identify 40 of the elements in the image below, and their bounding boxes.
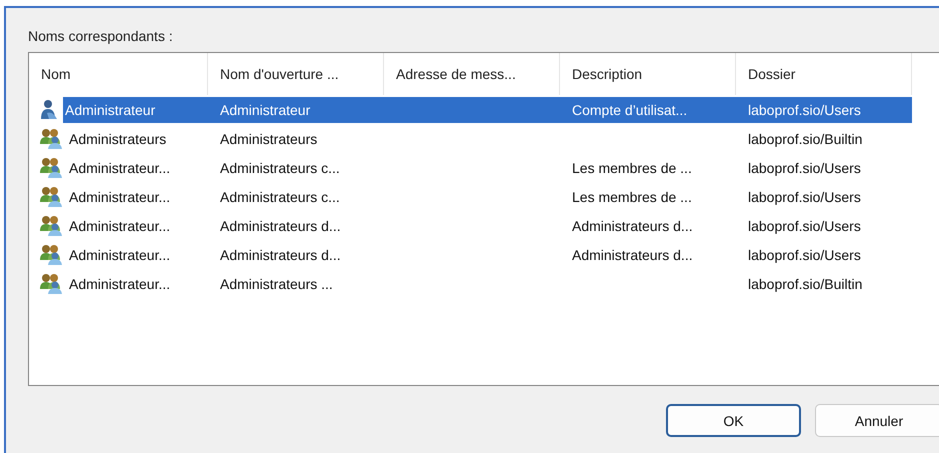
user-group-icon [39,272,65,294]
column-header[interactable]: Adresse de mess... [384,53,560,95]
list-label: Noms correspondants : [28,28,174,44]
table-cell-text: laboprof.sio/Users [747,188,862,207]
name-cell[interactable]: Administrateur... [67,184,208,210]
ok-button[interactable]: OK [666,404,801,437]
name-cell[interactable]: Administrateurs [67,126,208,152]
table-cell-text: Administrateurs d... [219,216,342,236]
column-header[interactable]: Dossier [736,53,912,95]
name-cell[interactable]: Administrateur... [67,242,208,268]
table-cell-text: Les membres de ... [571,188,693,206]
cancel-button[interactable]: Annuler [815,404,939,437]
column-header[interactable]: Nom [29,53,208,95]
table-cell-text: Administrateurs d... [219,246,342,264]
user-group-icon [39,128,65,150]
table-cell-text: laboprof.sio/Users [747,246,862,265]
name-cell[interactable]: Administrateur... [67,270,208,296]
table-cell-text: Administrateurs c... [219,188,341,206]
table-cell-text: Administrateurs d... [571,216,694,236]
user-group-icon [39,186,65,208]
table-cell: Administrateur [208,96,384,122]
user-group-icon [39,214,65,236]
table-cell: laboprof.sio/Users [736,96,912,122]
column-header[interactable]: Nom d'ouverture ... [208,53,384,95]
table-cell-text: laboprof.sio/Builtin [747,130,864,149]
name-cell[interactable]: Administrateur... [67,154,208,180]
column-header[interactable]: Description [560,53,736,95]
table-cell-text: Les membres de ... [571,158,693,178]
table-cell-text: Administrateurs c... [219,158,341,178]
user-group-icon [39,156,65,178]
table-cell-text: Administrateurs d... [571,246,694,264]
table-cell-text: Administrateurs ... [219,274,334,294]
name-cell[interactable]: Administrateur [63,96,208,122]
table-cell-text: laboprof.sio/Users [747,216,862,236]
user-group-icon [39,244,65,266]
name-cell[interactable]: Administrateur... [67,212,208,238]
table-cell: Compte d’utilisat... [560,96,736,122]
table-cell-text: laboprof.sio/Builtin [747,274,864,294]
table-cell-text: laboprof.sio/Users [747,158,862,178]
table-cell-text: Administrateurs [219,130,318,148]
